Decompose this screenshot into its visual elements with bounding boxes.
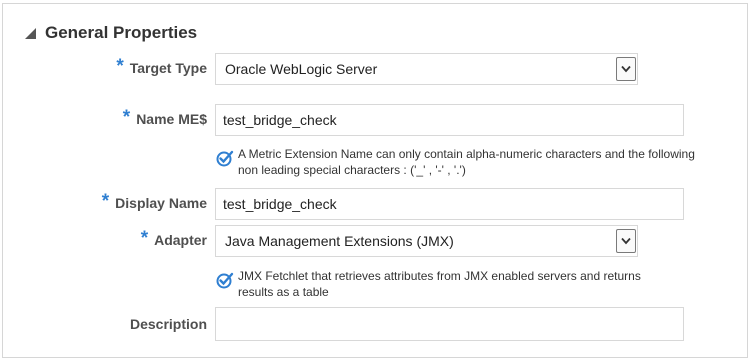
adapter-hint: JMX Fetchlet that retrieves attributes f… [216,268,678,300]
description-label: Description [129,316,207,332]
description-input[interactable] [215,307,684,341]
adapter-select[interactable]: Java Management Extensions (JMX) [215,225,638,257]
chevron-down-icon [621,65,631,73]
required-marker: * [116,56,124,77]
target-type-value: Oracle WebLogic Server [225,61,378,77]
name-input-value: test_bridge_check [223,112,337,128]
section-header[interactable]: General Properties [23,22,197,44]
collapse-triangle-icon[interactable] [23,26,37,40]
target-type-dropdown-button[interactable] [616,57,636,81]
adapter-value: Java Management Extensions (JMX) [225,233,454,249]
check-circle-icon [216,150,234,167]
adapter-label: * Adapter [140,228,207,249]
display-name-input[interactable]: test_bridge_check [215,188,684,220]
adapter-hint-text: JMX Fetchlet that retrieves attributes f… [238,269,641,299]
required-marker: * [122,107,131,128]
target-type-select[interactable]: Oracle WebLogic Server [215,53,638,85]
display-name-input-value: test_bridge_check [223,196,337,212]
name-hint-text: A Metric Extension Name can only contain… [238,147,695,177]
required-marker: * [101,191,110,212]
name-label: * Name ME$ [122,107,207,128]
required-marker: * [140,228,149,249]
chevron-down-icon [621,237,631,245]
check-circle-icon [216,272,234,289]
display-name-label: * Display Name [101,191,207,212]
target-type-label: * Target Type [116,56,207,77]
name-input[interactable]: test_bridge_check [215,104,684,136]
section-title: General Properties [45,23,198,42]
adapter-dropdown-button[interactable] [616,229,636,253]
name-hint: A Metric Extension Name can only contain… [216,146,696,178]
